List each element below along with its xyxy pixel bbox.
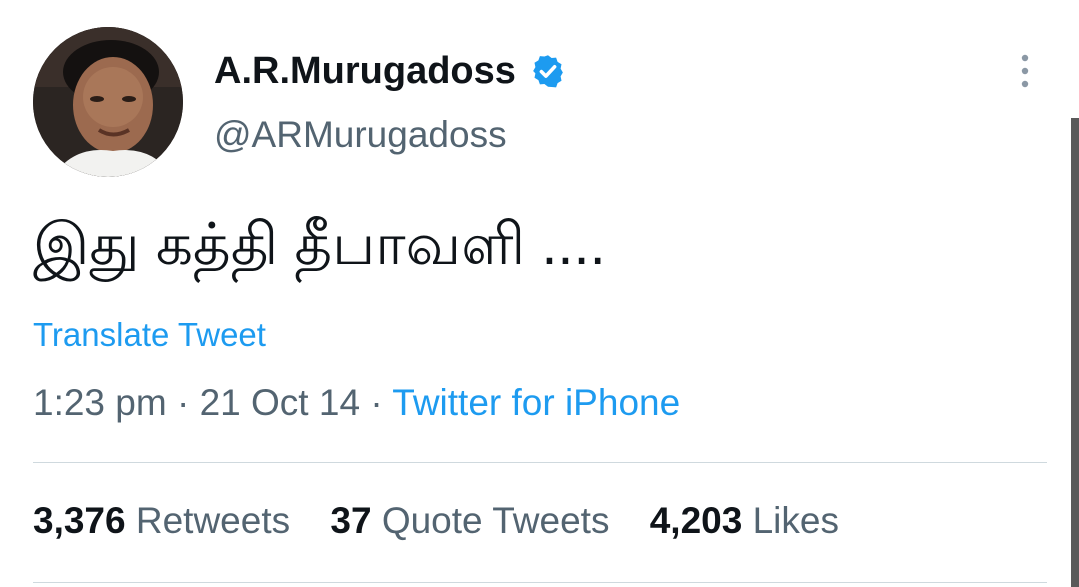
quote-tweets-stat[interactable]: 37 Quote Tweets	[330, 500, 609, 541]
avatar[interactable]	[33, 27, 183, 177]
verified-badge-icon	[533, 55, 563, 88]
profile-photo-icon	[33, 27, 183, 177]
more-vertical-icon[interactable]	[1013, 52, 1037, 92]
tweet-time[interactable]: 1:23 pm	[33, 382, 167, 423]
display-name-text[interactable]: A.R.Murugadoss	[214, 50, 516, 93]
retweets-label: Retweets	[135, 500, 291, 541]
tweet-text: இது கத்தி தீபாவளி ....	[33, 212, 606, 277]
scrollbar[interactable]	[1071, 118, 1079, 587]
meta-separator: ·	[370, 382, 383, 423]
translate-tweet-link[interactable]: Translate Tweet	[33, 316, 266, 354]
author-display-name[interactable]: A.R.Murugadoss	[214, 48, 566, 94]
divider	[33, 582, 1047, 583]
tweet-meta: 1:23 pm · 21 Oct 14 · Twitter for iPhone	[33, 382, 680, 424]
retweets-stat[interactable]: 3,376 Retweets	[33, 500, 290, 541]
tweet-date[interactable]: 21 Oct 14	[200, 382, 360, 423]
retweets-count: 3,376	[33, 500, 126, 541]
tweet-source-link[interactable]: Twitter for iPhone	[392, 382, 680, 423]
likes-count: 4,203	[649, 500, 743, 541]
likes-stat[interactable]: 4,203 Likes	[650, 500, 839, 541]
divider	[33, 462, 1047, 463]
author-handle[interactable]: @ARMurugadoss	[214, 114, 507, 156]
likes-label: Likes	[752, 500, 839, 541]
quote-tweets-count: 37	[330, 500, 372, 541]
quote-tweets-label: Quote Tweets	[381, 500, 610, 541]
meta-separator: ·	[176, 382, 190, 423]
tweet-stats: 3,376 Retweets 37 Quote Tweets 4,203 Lik…	[33, 500, 869, 542]
